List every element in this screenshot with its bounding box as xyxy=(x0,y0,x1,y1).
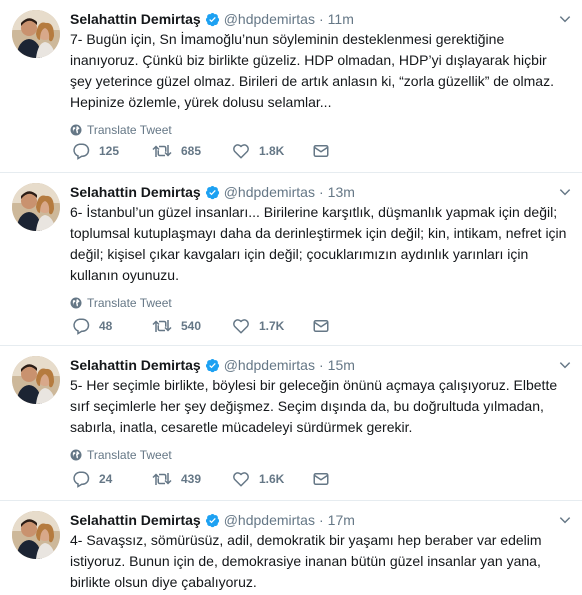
translate-label: Translate Tweet xyxy=(87,123,172,137)
tweet-actions: 48 540 1.7K xyxy=(72,317,392,335)
retweet-button[interactable]: 540 xyxy=(152,317,232,335)
translate-tweet-link[interactable]: Translate Tweet xyxy=(70,296,572,310)
reply-button[interactable]: 48 xyxy=(72,317,152,335)
reply-icon xyxy=(73,318,90,335)
direct-message-button[interactable] xyxy=(312,317,392,335)
avatar[interactable] xyxy=(12,183,60,231)
retweet-count: 540 xyxy=(181,319,202,333)
like-count: 1.6K xyxy=(259,472,285,486)
retweet-count: 439 xyxy=(181,472,202,486)
like-button[interactable]: 1.7K xyxy=(232,317,312,335)
direct-message-button[interactable] xyxy=(312,142,392,160)
verified-badge-icon xyxy=(205,358,219,372)
reply-count: 48 xyxy=(99,319,113,333)
tweet-actions: 125 685 1.8K xyxy=(72,142,392,160)
verified-badge-icon xyxy=(205,12,219,26)
heart-icon xyxy=(233,144,249,159)
chevron-down-icon[interactable] xyxy=(558,185,572,199)
tweet-actions: 24 439 1.6K xyxy=(72,470,392,488)
tweet[interactable]: Selahattin Demirtaş @hdpdemirtas · 11m 7… xyxy=(0,0,582,173)
timestamp[interactable]: 11m xyxy=(328,10,354,28)
author-handle[interactable]: @hdpdemirtas xyxy=(224,183,315,201)
author-handle[interactable]: @hdpdemirtas xyxy=(224,356,315,374)
reply-icon xyxy=(73,471,90,488)
globe-icon xyxy=(70,297,82,309)
direct-message-button[interactable] xyxy=(312,470,392,488)
reply-button[interactable]: 24 xyxy=(72,470,152,488)
author-handle[interactable]: @hdpdemirtas xyxy=(224,10,315,28)
retweet-count: 685 xyxy=(181,144,202,158)
avatar[interactable] xyxy=(12,356,60,404)
like-count: 1.7K xyxy=(259,319,285,333)
separator-dot: · xyxy=(318,11,324,27)
author-name[interactable]: Selahattin Demirtaş xyxy=(70,356,201,374)
envelope-icon xyxy=(313,145,329,157)
author-name[interactable]: Selahattin Demirtaş xyxy=(70,183,201,201)
tweet[interactable]: Selahattin Demirtaş @hdpdemirtas · 13m 6… xyxy=(0,173,582,346)
avatar[interactable] xyxy=(12,511,60,559)
tweet-text: 7- Bugün için, Sn İmamoğlu’nun söylemini… xyxy=(70,31,554,110)
reply-icon xyxy=(73,143,90,160)
author-name[interactable]: Selahattin Demirtaş xyxy=(70,10,201,28)
heart-icon xyxy=(233,319,249,334)
like-count: 1.8K xyxy=(259,144,285,158)
heart-icon xyxy=(233,472,249,487)
tweet-text: 4- Savaşsız, sömürüsüz, adil, demokratik… xyxy=(70,532,542,590)
separator-dot: · xyxy=(318,184,324,200)
verified-badge-icon xyxy=(205,185,219,199)
retweet-icon xyxy=(152,145,172,157)
author-handle[interactable]: @hdpdemirtas xyxy=(224,511,315,529)
timestamp[interactable]: 13m xyxy=(328,183,355,201)
reply-button[interactable]: 125 xyxy=(72,142,152,160)
timestamp[interactable]: 17m xyxy=(328,511,355,529)
tweet-timeline: Selahattin Demirtaş @hdpdemirtas · 11m 7… xyxy=(0,0,582,595)
translate-label: Translate Tweet xyxy=(87,296,172,310)
tweet[interactable]: Selahattin Demirtaş @hdpdemirtas · 15m 5… xyxy=(0,346,582,501)
chevron-down-icon[interactable] xyxy=(558,12,572,26)
retweet-icon xyxy=(152,473,172,485)
envelope-icon xyxy=(313,473,329,485)
chevron-down-icon[interactable] xyxy=(558,513,572,527)
translate-tweet-link[interactable]: Translate Tweet xyxy=(70,123,572,137)
translate-label: Translate Tweet xyxy=(87,448,172,462)
tweet-text: 5- Her seçimle birlikte, böylesi bir gel… xyxy=(70,377,558,435)
like-button[interactable]: 1.8K xyxy=(232,142,312,160)
tweet[interactable]: Selahattin Demirtaş @hdpdemirtas · 17m 4… xyxy=(0,501,582,595)
retweet-button[interactable]: 439 xyxy=(152,470,232,488)
retweet-icon xyxy=(152,320,172,332)
separator-dot: · xyxy=(318,512,324,528)
retweet-button[interactable]: 685 xyxy=(152,142,232,160)
tweet-text: 6- İstanbul’un güzel insanları... Birile… xyxy=(70,204,567,283)
timestamp[interactable]: 15m xyxy=(328,356,355,374)
globe-icon xyxy=(70,124,82,136)
envelope-icon xyxy=(313,320,329,332)
globe-icon xyxy=(70,449,82,461)
like-button[interactable]: 1.6K xyxy=(232,470,312,488)
reply-count: 24 xyxy=(99,472,113,486)
chevron-down-icon[interactable] xyxy=(558,358,572,372)
verified-badge-icon xyxy=(205,513,219,527)
reply-count: 125 xyxy=(99,144,120,158)
separator-dot: · xyxy=(318,357,324,373)
author-name[interactable]: Selahattin Demirtaş xyxy=(70,511,201,529)
translate-tweet-link[interactable]: Translate Tweet xyxy=(70,448,572,462)
avatar[interactable] xyxy=(12,10,60,58)
